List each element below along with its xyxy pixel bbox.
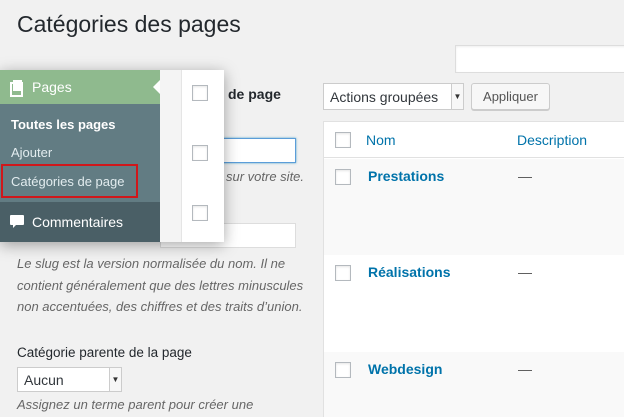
term-name-link[interactable]: Webdesign [368,361,442,377]
parent-category-value: Aucun [24,371,64,388]
page-title: Catégories des pages [17,11,241,37]
apply-button[interactable]: Appliquer [471,83,550,110]
table-row: Réalisations — [324,255,624,352]
submenu-add-page[interactable]: Ajouter [11,145,52,160]
admin-menu: Pages Toutes les pages Ajouter Catégorie… [0,70,161,242]
admin-menu-flyout: Pages Toutes les pages Ajouter Catégorie… [0,70,224,242]
menu-item-comments-label: Commentaires [32,214,124,230]
row-checkbox[interactable] [192,85,208,101]
menu-item-pages-label: Pages [32,79,72,95]
menu-item-pages[interactable]: Pages [0,70,161,104]
parent-help-text: Assignez un terme parent pour créer une [17,397,254,412]
term-description: — [518,361,532,377]
submenu-all-pages[interactable]: Toutes les pages [11,117,116,132]
row-checkbox[interactable] [192,205,208,221]
pages-icon [10,80,23,97]
row-checkbox[interactable] [335,265,351,281]
parent-category-select[interactable]: Aucun ▼ [17,367,122,392]
slug-help-text: Le slug est la version normalisée du nom… [17,256,304,314]
row-checkbox[interactable] [335,169,351,185]
menu-item-comments[interactable]: Commentaires [0,202,160,242]
comments-icon [10,215,24,229]
term-description: — [518,168,532,184]
term-description: — [518,264,532,280]
table-row: Prestations — [324,159,624,255]
highlight-box [1,164,138,198]
menu-divider-strip [160,70,182,242]
chevron-down-icon: ▼ [451,84,463,109]
term-name-link[interactable]: Prestations [368,168,444,184]
name-field-help: sur votre site. [226,169,305,184]
select-all-checkbox[interactable] [335,132,351,148]
search-input[interactable] [455,45,624,73]
chevron-down-icon: ▼ [109,368,121,391]
overlay-checkbox-column [182,70,224,242]
term-name-link[interactable]: Réalisations [368,264,450,280]
bulk-actions-value: Actions groupées [330,88,439,105]
bulk-actions-select[interactable]: Actions groupées ▼ [323,83,464,110]
table-row: Webdesign — [324,352,624,417]
row-checkbox[interactable] [335,362,351,378]
parent-category-label: Catégorie parente de la page [17,345,192,360]
name-field-label: de page [228,86,281,102]
column-description-header[interactable]: Description [517,132,587,148]
categories-table: Nom Description Prestations — Réalisatio… [323,121,624,417]
row-checkbox[interactable] [192,145,208,161]
table-header: Nom Description [324,122,624,158]
column-name-header[interactable]: Nom [366,132,396,148]
